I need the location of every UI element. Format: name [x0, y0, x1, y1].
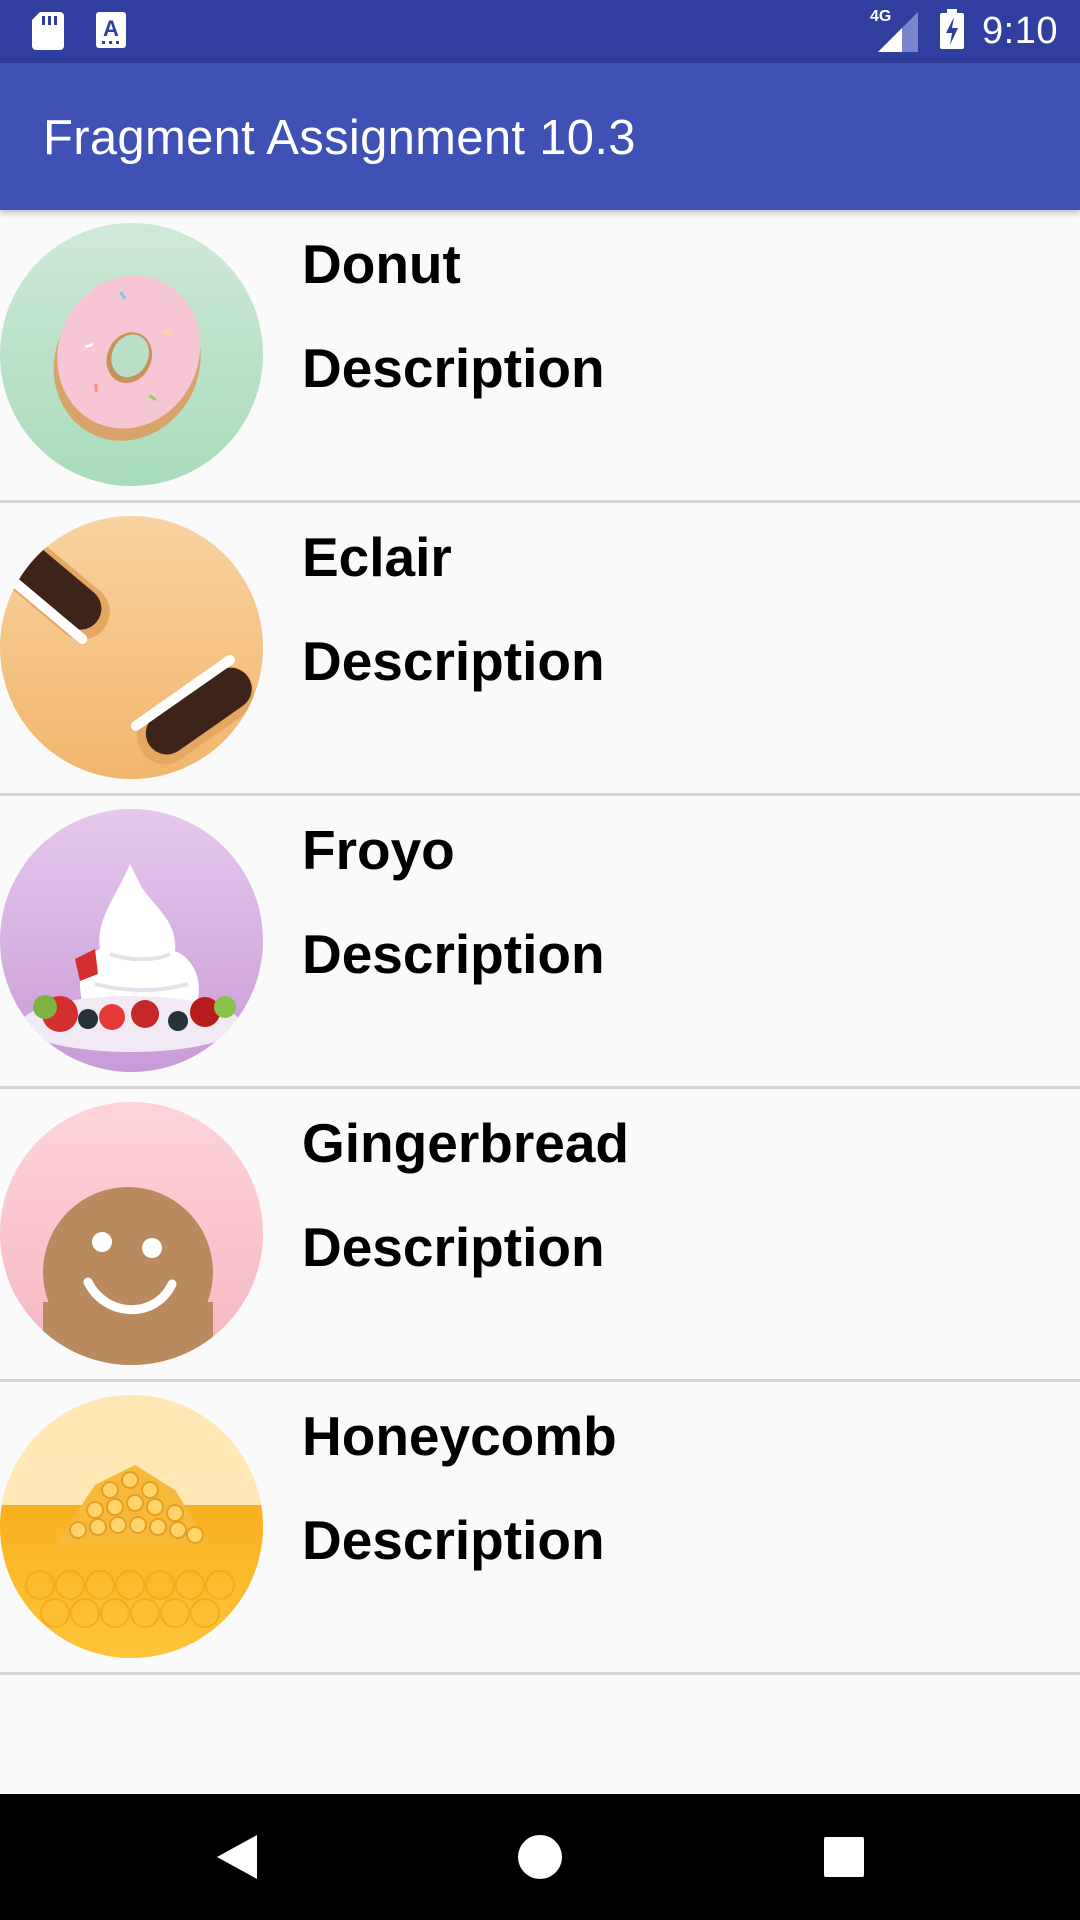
signal-4g-icon: 4G [870, 8, 919, 52]
app-bar: Fragment Assignment 10.3 [0, 63, 1080, 210]
app-title: Fragment Assignment 10.3 [43, 111, 636, 165]
keyboard-a-icon: A [96, 12, 126, 55]
item-title: Froyo [302, 819, 455, 881]
status-time: 9:10 [982, 10, 1058, 52]
item-description: Description [302, 923, 605, 985]
item-description: Description [302, 1509, 605, 1571]
item-description: Description [302, 337, 605, 399]
sd-card-icon [32, 12, 64, 55]
battery-charging-icon [940, 9, 965, 54]
item-title: Honeycomb [302, 1405, 617, 1467]
list-item-honeycomb[interactable]: Honeycomb Description [0, 1382, 1080, 1675]
list-item-eclair[interactable]: Eclair Description [0, 503, 1080, 796]
honeycomb-image [0, 1395, 263, 1658]
donut-image [0, 223, 263, 486]
back-icon[interactable] [207, 1827, 267, 1887]
item-description: Description [302, 1216, 605, 1278]
list-item-donut[interactable]: Donut Description [0, 210, 1080, 503]
recents-icon[interactable] [814, 1827, 874, 1887]
status-bar: A 4G 9:10 [0, 0, 1080, 63]
item-title: Gingerbread [302, 1112, 630, 1174]
svg-text:A: A [103, 16, 119, 41]
item-title: Eclair [302, 526, 452, 588]
list-item-gingerbread[interactable]: Gingerbread Description [0, 1089, 1080, 1382]
eclair-image [0, 516, 263, 779]
gingerbread-image [0, 1102, 263, 1365]
item-title: Donut [302, 233, 461, 295]
home-icon[interactable] [510, 1827, 570, 1887]
navigation-bar [0, 1794, 1080, 1920]
dessert-list: Donut Description Eclair Description Fro… [0, 210, 1080, 1675]
item-description: Description [302, 630, 605, 692]
froyo-image [0, 809, 263, 1072]
list-item-froyo[interactable]: Froyo Description [0, 796, 1080, 1089]
